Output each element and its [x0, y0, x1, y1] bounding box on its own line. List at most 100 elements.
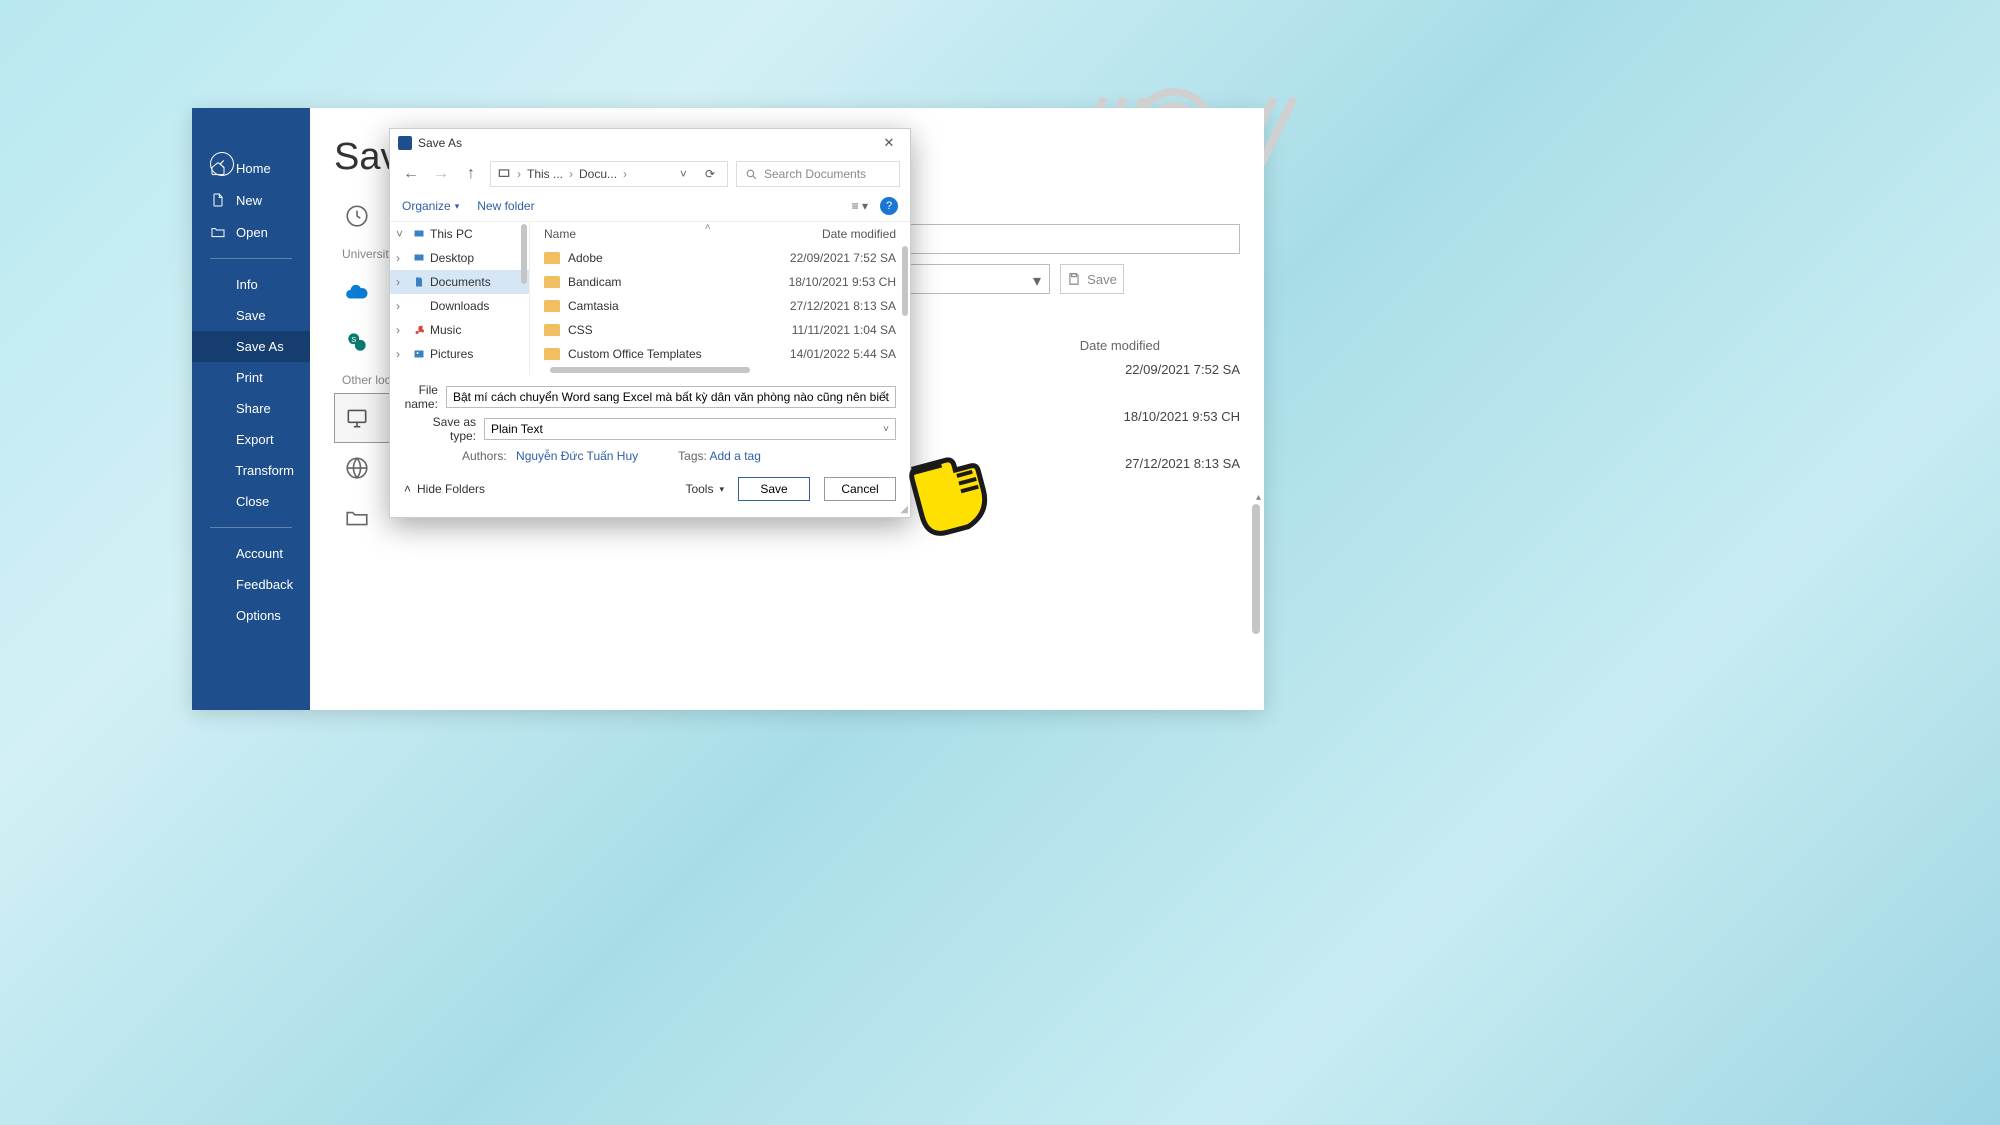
- sidebar-label: Info: [236, 277, 258, 292]
- documents-icon: [412, 276, 426, 288]
- tree-downloads[interactable]: ›Downloads: [390, 294, 529, 318]
- file-row[interactable]: Camtasia27/12/2021 8:13 SA: [530, 294, 910, 318]
- sidebar-new[interactable]: New: [192, 184, 310, 216]
- sidebar-label: New: [236, 193, 262, 208]
- word-icon: [398, 136, 412, 150]
- chevron-right-icon: ›: [569, 167, 573, 181]
- file-name-input[interactable]: Bật mí cách chuyển Word sang Excel mà bấ…: [446, 386, 896, 408]
- refresh-button[interactable]: ⟳: [699, 167, 721, 181]
- help-button[interactable]: ?: [880, 197, 898, 215]
- sidebar-feedback[interactable]: Feedback: [192, 569, 310, 600]
- file-row[interactable]: CSS11/11/2021 1:04 SA: [530, 318, 910, 342]
- sidebar-account[interactable]: Account: [192, 538, 310, 569]
- address-breadcrumb[interactable]: › This ... › Docu... › ˅ ⟳: [490, 161, 728, 187]
- sidebar-label: Print: [236, 370, 263, 385]
- file-row[interactable]: Bandicam18/10/2021 9:53 CH: [530, 270, 910, 294]
- crumb[interactable]: Docu...: [579, 167, 617, 181]
- chevron-down-icon[interactable]: ˅: [674, 167, 693, 181]
- save-type-value: Plain Text: [491, 422, 543, 436]
- sidebar-label: Export: [236, 432, 274, 447]
- folder-icon: [544, 348, 560, 360]
- sidebar-label: Share: [236, 401, 271, 416]
- dialog-form: File name: Bật mí cách chuyển Word sang …: [390, 375, 910, 463]
- sidebar-save[interactable]: Save: [192, 300, 310, 331]
- expand-icon[interactable]: ›: [396, 275, 408, 289]
- chevron-down-icon[interactable]: ˅: [883, 392, 889, 403]
- cancel-button[interactable]: Cancel: [824, 477, 896, 501]
- col-date-header[interactable]: Date modified: [822, 227, 896, 241]
- save-button[interactable]: Save: [738, 477, 810, 501]
- scroll-up-icon[interactable]: ▴: [1256, 492, 1261, 503]
- sidebar-label: Home: [236, 161, 271, 176]
- sidebar-label: Save: [236, 308, 266, 323]
- tree-scrollbar[interactable]: [521, 224, 527, 284]
- organize-button[interactable]: Organize ▾: [402, 199, 459, 213]
- tree-music[interactable]: › Music: [390, 318, 529, 342]
- chevron-down-icon[interactable]: ˅: [883, 424, 889, 435]
- row-date: 18/10/2021 9:53 CH: [1124, 409, 1240, 424]
- tree-label: Music: [430, 323, 461, 337]
- tree-this-pc[interactable]: ˅This PC: [390, 222, 529, 246]
- row-date: 27/12/2021 8:13 SA: [1125, 456, 1240, 471]
- expand-icon[interactable]: ›: [396, 251, 408, 265]
- file-row[interactable]: Custom Office Templates14/01/2022 5:44 S…: [530, 342, 910, 366]
- sidebar-print[interactable]: Print: [192, 362, 310, 393]
- back-button[interactable]: [210, 152, 234, 176]
- tree-desktop[interactable]: ›Desktop: [390, 246, 529, 270]
- save-type-select[interactable]: Plain Text ˅: [484, 418, 896, 440]
- sidebar-close[interactable]: Close: [192, 486, 310, 517]
- file-hscrollbar[interactable]: [550, 367, 750, 373]
- nav-up-button[interactable]: ↑: [460, 163, 482, 185]
- file-row[interactable]: Adobe22/09/2021 7:52 SA: [530, 246, 910, 270]
- chevron-right-icon: ›: [623, 167, 627, 181]
- expand-icon[interactable]: ›: [396, 299, 408, 313]
- scrollbar[interactable]: [1252, 504, 1260, 634]
- nav-forward-button[interactable]: →: [430, 163, 452, 185]
- backstage-sidebar: Home New Open Info Save Save As Print Sh…: [192, 108, 310, 710]
- save-as-dialog: Save As ✕ ← → ↑ › This ... › Docu... › ˅…: [389, 128, 911, 518]
- tools-menu[interactable]: Tools ▾: [685, 482, 724, 496]
- tools-label: Tools: [685, 482, 713, 496]
- search-placeholder: Search Documents: [764, 167, 866, 181]
- dialog-body: ˅This PC ›Desktop ›Documents ›Downloads …: [390, 221, 910, 375]
- file-scrollbar[interactable]: [902, 246, 908, 316]
- resize-grip-icon[interactable]: ◢: [900, 504, 908, 515]
- dialog-close-button[interactable]: ✕: [876, 132, 902, 154]
- add-tag-link[interactable]: Add a tag: [710, 449, 761, 463]
- file-date: 27/12/2021 8:13 SA: [756, 299, 896, 313]
- sidebar-open[interactable]: Open: [192, 216, 310, 248]
- view-button[interactable]: ≡ ▾: [852, 199, 868, 213]
- sidebar-info[interactable]: Info: [192, 269, 310, 300]
- authors-label: Authors:: [462, 449, 507, 463]
- row-date: 22/09/2021 7:52 SA: [1125, 362, 1240, 377]
- tree-pictures[interactable]: ›Pictures: [390, 342, 529, 366]
- tree-documents[interactable]: ›Documents: [390, 270, 529, 294]
- new-folder-button[interactable]: New folder: [477, 199, 534, 213]
- nav-back-button[interactable]: ←: [400, 163, 422, 185]
- sidebar-save-as[interactable]: Save As: [192, 331, 310, 362]
- chevron-up-icon: ˄: [404, 482, 411, 496]
- folder-icon: [544, 276, 560, 288]
- sort-asc-icon[interactable]: ˄: [705, 222, 711, 233]
- file-name: Adobe: [568, 251, 756, 265]
- organize-label: Organize: [402, 199, 451, 213]
- search-input[interactable]: Search Documents: [736, 161, 900, 187]
- expand-icon[interactable]: ›: [396, 323, 408, 337]
- sidebar-options[interactable]: Options: [192, 600, 310, 631]
- col-name-header[interactable]: Name: [544, 227, 822, 241]
- file-date: 14/01/2022 5:44 SA: [756, 347, 896, 361]
- expand-icon[interactable]: ›: [396, 347, 408, 361]
- downloads-icon: [412, 300, 426, 312]
- backstage-save-button[interactable]: Save: [1060, 264, 1124, 294]
- sidebar-transform[interactable]: Transform: [192, 455, 310, 486]
- sidebar-divider: [210, 527, 292, 528]
- crumb[interactable]: This ...: [527, 167, 563, 181]
- hide-folders-button[interactable]: ˄ Hide Folders: [404, 482, 485, 496]
- sidebar-export[interactable]: Export: [192, 424, 310, 455]
- music-icon: [412, 324, 426, 336]
- authors-value[interactable]: Nguyễn Đức Tuấn Huy: [516, 449, 638, 463]
- sidebar-share[interactable]: Share: [192, 393, 310, 424]
- col-date-header[interactable]: Date modified: [1080, 338, 1160, 353]
- collapse-icon[interactable]: ˅: [396, 227, 408, 241]
- pc-icon: [497, 167, 511, 181]
